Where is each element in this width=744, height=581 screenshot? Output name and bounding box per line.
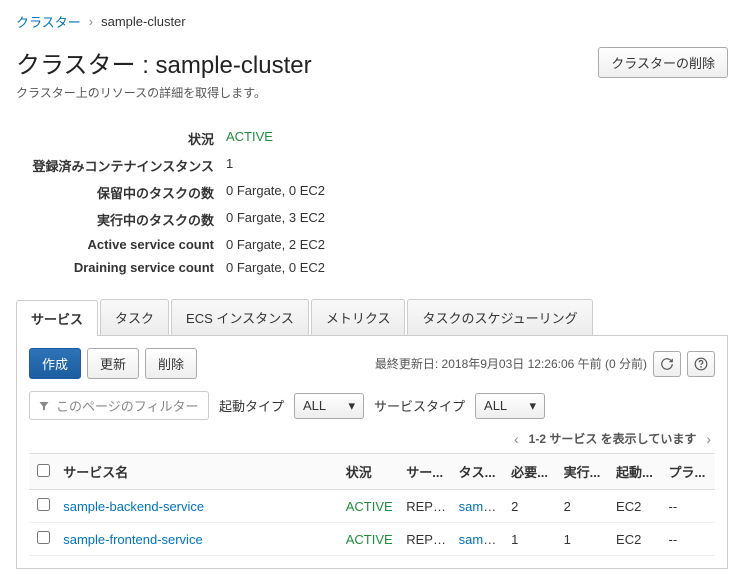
tab-ECS インスタンス[interactable]: ECS インスタンス <box>171 299 309 335</box>
select-all-checkbox[interactable] <box>37 464 50 477</box>
info-row: 実行中のタスクの数0 Fargate, 3 EC2 <box>16 206 728 233</box>
breadcrumb-separator: › <box>89 14 93 29</box>
breadcrumb-root-link[interactable]: クラスター <box>16 12 81 31</box>
refresh-button[interactable] <box>653 351 681 377</box>
service-link[interactable]: sample-backend-service <box>63 499 204 514</box>
info-value: 0 Fargate, 3 EC2 <box>226 210 325 229</box>
delete-cluster-button[interactable]: クラスターの削除 <box>598 47 728 78</box>
last-updated-text: 最終更新日: 2018年9月03日 12:26:06 午前 (0 分前) <box>375 355 647 372</box>
help-button[interactable] <box>687 351 715 377</box>
info-label: 状況 <box>16 129 226 148</box>
status-value: ACTIVE <box>226 129 273 148</box>
breadcrumb-current: sample-cluster <box>101 14 186 29</box>
running-cell: 2 <box>558 490 610 523</box>
status-cell: ACTIVE <box>340 490 401 523</box>
info-value: 0 Fargate, 0 EC2 <box>226 183 325 202</box>
column-header[interactable]: 状況 <box>340 454 401 490</box>
pager-prev[interactable]: ‹ <box>510 431 523 447</box>
info-label: Active service count <box>16 237 226 252</box>
info-label: 実行中のタスクの数 <box>16 210 226 229</box>
column-header[interactable]: 実行... <box>558 454 610 490</box>
filter-input[interactable]: このページのフィルター <box>29 391 209 420</box>
tab-サービス[interactable]: サービス <box>16 300 98 336</box>
pager-text: 1-2 サービス を表示しています <box>529 430 697 447</box>
info-value: 0 Fargate, 0 EC2 <box>226 260 325 275</box>
table-row: sample-frontend-service ACTIVEREPLI... sam… <box>29 523 715 556</box>
column-header[interactable]: タス... <box>453 454 505 490</box>
refresh-icon <box>660 357 674 371</box>
service-type-cell: REPLI... <box>400 490 452 523</box>
running-cell: 1 <box>558 523 610 556</box>
info-row: 状況ACTIVE <box>16 125 728 152</box>
info-row: Active service count0 Fargate, 2 EC2 <box>16 233 728 256</box>
caret-down-icon: ▾ <box>348 398 355 414</box>
column-header[interactable]: プラ... <box>662 454 715 490</box>
status-cell: ACTIVE <box>340 523 401 556</box>
task-def-link[interactable]: sampl... <box>459 499 505 514</box>
service-type-select[interactable]: ALL ▾ <box>475 393 545 419</box>
desired-cell: 2 <box>505 490 557 523</box>
cluster-info: 状況ACTIVE登録済みコンテナインスタンス1保留中のタスクの数0 Fargat… <box>16 125 728 279</box>
column-header[interactable]: サー... <box>400 454 452 490</box>
filter-placeholder: このページのフィルター <box>56 396 198 415</box>
column-header[interactable]: サービス名 <box>57 454 339 490</box>
help-icon <box>694 357 708 371</box>
tabs: サービスタスクECS インスタンスメトリクスタスクのスケジューリング <box>16 299 728 336</box>
info-label: 保留中のタスクの数 <box>16 183 226 202</box>
info-row: Draining service count0 Fargate, 0 EC2 <box>16 256 728 279</box>
row-checkbox[interactable] <box>37 531 50 544</box>
info-row: 登録済みコンテナインスタンス1 <box>16 152 728 179</box>
column-header[interactable]: 必要... <box>505 454 557 490</box>
service-type-label: サービスタイプ <box>374 396 465 415</box>
launch-type-value: ALL <box>303 398 326 413</box>
table-row: sample-backend-service ACTIVEREPLI... samp… <box>29 490 715 523</box>
delete-button[interactable]: 削除 <box>145 348 197 379</box>
service-type-value: ALL <box>484 398 507 413</box>
filter-icon <box>38 400 50 412</box>
launch-cell: EC2 <box>610 523 662 556</box>
services-table: サービス名状況サー...タス...必要...実行...起動...プラ... sa… <box>29 453 715 556</box>
create-button[interactable]: 作成 <box>29 348 81 379</box>
tab-メトリクス[interactable]: メトリクス <box>311 299 406 335</box>
launch-cell: EC2 <box>610 490 662 523</box>
row-checkbox[interactable] <box>37 498 50 511</box>
platform-cell: -- <box>662 490 715 523</box>
launch-type-select[interactable]: ALL ▾ <box>294 393 364 419</box>
tab-タスク[interactable]: タスク <box>100 299 169 335</box>
column-header[interactable]: 起動... <box>610 454 662 490</box>
info-value: 1 <box>226 156 233 175</box>
info-label: Draining service count <box>16 260 226 275</box>
task-def-link[interactable]: sampl... <box>459 532 505 547</box>
services-panel: 作成 更新 削除 最終更新日: 2018年9月03日 12:26:06 午前 (… <box>16 336 728 569</box>
info-value: 0 Fargate, 2 EC2 <box>226 237 325 252</box>
info-label: 登録済みコンテナインスタンス <box>16 156 226 175</box>
service-type-cell: REPLI... <box>400 523 452 556</box>
tab-タスクのスケジューリング[interactable]: タスクのスケジューリング <box>407 299 592 335</box>
desired-cell: 1 <box>505 523 557 556</box>
launch-type-label: 起動タイプ <box>219 396 284 415</box>
page-title: クラスター : sample-cluster <box>16 45 312 80</box>
pager-next[interactable]: › <box>702 431 715 447</box>
update-button[interactable]: 更新 <box>87 348 139 379</box>
breadcrumb: クラスター › sample-cluster <box>16 12 728 31</box>
page-subtitle: クラスター上のリソースの詳細を取得します。 <box>16 84 728 101</box>
caret-down-icon: ▾ <box>530 398 537 414</box>
platform-cell: -- <box>662 523 715 556</box>
info-row: 保留中のタスクの数0 Fargate, 0 EC2 <box>16 179 728 206</box>
service-link[interactable]: sample-frontend-service <box>63 532 202 547</box>
